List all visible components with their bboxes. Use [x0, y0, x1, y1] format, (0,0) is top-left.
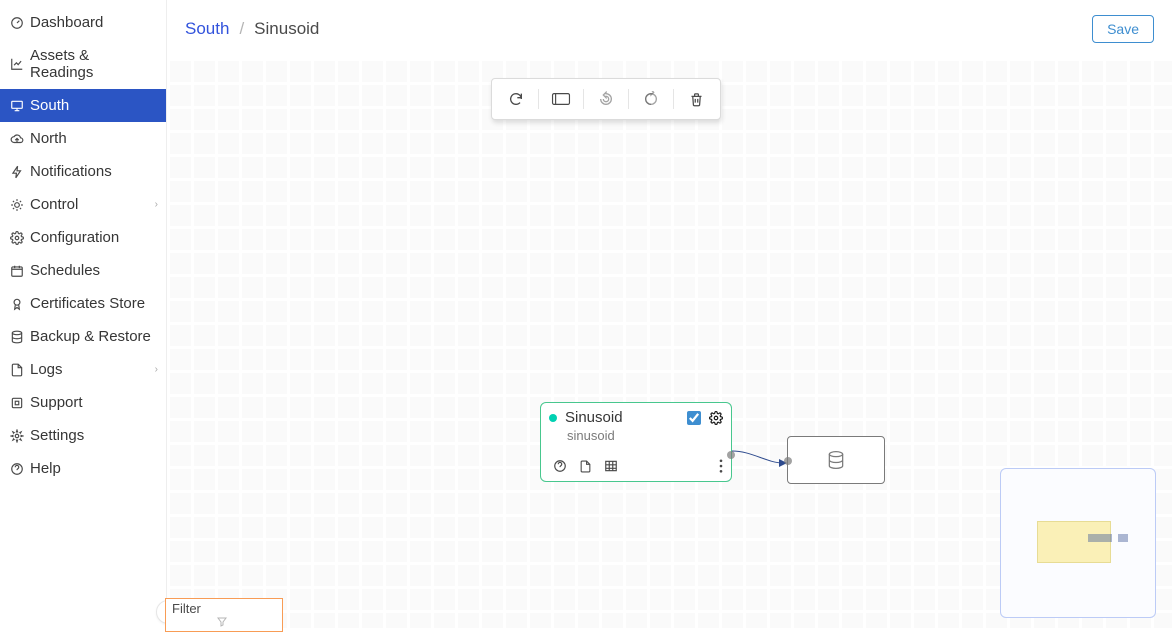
add-application-button[interactable] — [543, 87, 579, 111]
gear-icon — [709, 411, 723, 425]
nav-item-certificates[interactable]: Certificates Store — [0, 287, 166, 320]
nav-label: Backup & Restore — [30, 328, 151, 345]
node-sinusoid[interactable]: Sinusoid sinusoid — [540, 402, 732, 482]
trash-icon — [689, 92, 704, 107]
main-area: South / Sinusoid Save — [167, 0, 1172, 628]
nav-label: Help — [30, 460, 61, 477]
database-icon — [10, 330, 24, 344]
database-icon — [826, 449, 846, 471]
rotate-right-icon — [643, 91, 659, 107]
nav-label: Certificates Store — [30, 295, 145, 312]
node-storage[interactable] — [787, 436, 885, 484]
refresh-button[interactable] — [498, 87, 534, 111]
minimap-node — [1118, 534, 1128, 542]
table-icon — [604, 459, 618, 473]
node-readings-button[interactable] — [579, 460, 592, 473]
node-table-button[interactable] — [604, 459, 618, 473]
nav-item-backup[interactable]: Backup & Restore — [0, 320, 166, 353]
undo-button[interactable] — [588, 87, 624, 111]
nav-item-logs[interactable]: Logs › — [0, 353, 166, 386]
nav-label: North — [30, 130, 67, 147]
status-dot-icon — [549, 414, 557, 422]
help-icon — [10, 462, 24, 476]
output-port[interactable] — [727, 451, 735, 459]
redo-button[interactable] — [633, 87, 669, 111]
nav-item-notifications[interactable]: Notifications — [0, 155, 166, 188]
gauge-icon — [10, 16, 24, 30]
nav-item-settings[interactable]: Settings — [0, 419, 166, 452]
breadcrumb-current: Sinusoid — [254, 19, 319, 39]
toolbar-separator — [538, 89, 539, 109]
minimap-node — [1088, 534, 1112, 542]
nav-label: Assets & Readings — [30, 47, 156, 81]
nav-label: South — [30, 97, 69, 114]
nav-label: Support — [30, 394, 83, 411]
breadcrumb-separator: / — [239, 19, 244, 39]
refresh-icon — [508, 91, 524, 107]
node-enabled-checkbox[interactable] — [687, 411, 701, 425]
node-title: Sinusoid — [565, 409, 687, 426]
nav-item-schedules[interactable]: Schedules — [0, 254, 166, 287]
node-subtitle: sinusoid — [541, 428, 731, 453]
nav-item-assets[interactable]: Assets & Readings — [0, 39, 166, 89]
file-icon — [579, 460, 592, 473]
breadcrumb-parent[interactable]: South — [185, 19, 229, 39]
save-button[interactable]: Save — [1092, 15, 1154, 43]
nav-item-support[interactable]: Support — [0, 386, 166, 419]
topbar: South / Sinusoid Save — [167, 0, 1172, 58]
bolt-icon — [10, 165, 24, 179]
toolbar-separator — [628, 89, 629, 109]
lifebuoy-icon — [10, 396, 24, 410]
nav-label: Configuration — [30, 229, 119, 246]
filter-label: Filter — [172, 601, 201, 616]
filter-icon — [216, 616, 228, 628]
chevron-right-icon: › — [155, 364, 158, 375]
sidebar: Dashboard Assets & Readings South North — [0, 0, 167, 628]
canvas-toolbar — [491, 78, 721, 120]
nav-item-south[interactable]: South — [0, 89, 166, 122]
delete-button[interactable] — [678, 87, 714, 111]
nav-label: Notifications — [30, 163, 112, 180]
certificate-icon — [10, 297, 24, 311]
nav-item-north[interactable]: North — [0, 122, 166, 155]
toolbar-separator — [673, 89, 674, 109]
nav-item-configuration[interactable]: Configuration — [0, 221, 166, 254]
add-application-icon — [551, 92, 571, 106]
sliders-icon — [10, 198, 24, 212]
node-settings-button[interactable] — [709, 411, 723, 425]
help-icon — [553, 459, 567, 473]
nav-label: Schedules — [30, 262, 100, 279]
breadcrumb: South / Sinusoid — [185, 19, 319, 39]
file-icon — [10, 363, 24, 377]
toolbar-separator — [583, 89, 584, 109]
node-help-button[interactable] — [553, 459, 567, 473]
cloud-up-icon — [10, 132, 24, 146]
gear-icon — [10, 231, 24, 245]
nav-label: Logs — [30, 361, 63, 378]
nav-label: Settings — [30, 427, 84, 444]
rotate-left-icon — [598, 91, 614, 107]
nav-label: Dashboard — [30, 14, 103, 31]
input-port[interactable] — [784, 457, 792, 465]
nav-item-dashboard[interactable]: Dashboard — [0, 6, 166, 39]
monitor-icon — [10, 99, 24, 113]
chart-icon — [10, 57, 24, 71]
calendar-icon — [10, 264, 24, 278]
node-more-button[interactable] — [719, 459, 723, 473]
filter-palette[interactable]: Filter — [165, 598, 283, 632]
nav-item-control[interactable]: Control › — [0, 188, 166, 221]
gear-icon — [10, 429, 24, 443]
nav-item-help[interactable]: Help — [0, 452, 166, 485]
flow-canvas[interactable]: Sinusoid sinusoid — [167, 58, 1172, 628]
nav-label: Control — [30, 196, 78, 213]
more-vertical-icon — [719, 459, 723, 473]
chevron-right-icon: › — [155, 199, 158, 210]
minimap-viewport — [1037, 521, 1111, 563]
minimap[interactable] — [1000, 468, 1156, 618]
